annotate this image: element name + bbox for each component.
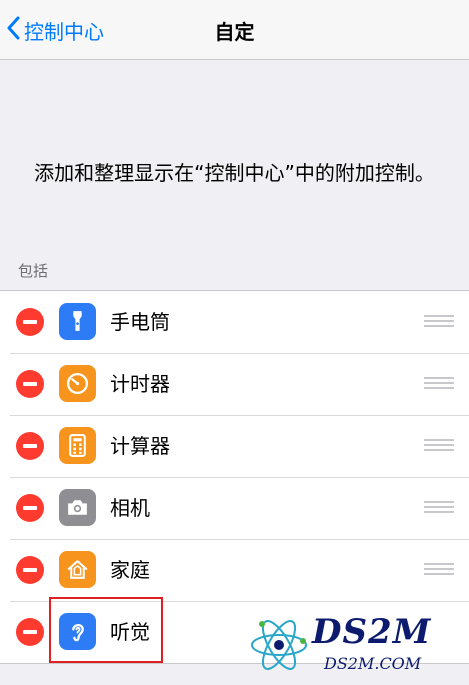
list-item-flashlight: 手电筒 [0,291,469,353]
control-label: 家庭 [110,558,150,582]
navigation-bar: 控制中心 自定 [0,0,469,60]
section-header-included: 包括 [18,262,49,280]
remove-button[interactable] [16,618,44,646]
control-label: 听觉 [110,620,150,644]
list-item-home: 家庭 [0,539,469,601]
reorder-handle[interactable] [424,315,454,329]
control-label: 相机 [110,496,150,520]
included-controls-list: 手电筒 计时器 计算器 相机 家庭 听觉 [0,290,469,664]
atom-logo-icon [248,614,310,676]
remove-button[interactable] [16,494,44,522]
description-text: 添加和整理显示在“控制中心”中的附加控制。 [34,161,435,185]
watermark: DS2M DS2M.COM [240,610,465,680]
ear-icon [59,613,96,650]
watermark-site: DS2M.COM [324,654,422,673]
reorder-handle[interactable] [424,377,454,391]
remove-button[interactable] [16,308,44,336]
list-item-timer: 计时器 [0,353,469,415]
remove-button[interactable] [16,370,44,398]
reorder-handle[interactable] [424,439,454,453]
control-label: 计算器 [110,434,170,458]
control-label: 手电筒 [110,310,170,334]
timer-icon [59,365,96,402]
camera-icon [59,489,96,526]
watermark-brand: DS2M [312,612,432,652]
page-title: 自定 [214,20,255,44]
list-item-camera: 相机 [0,477,469,539]
home-icon [59,551,96,588]
control-label: 计时器 [110,372,170,396]
flashlight-icon [59,303,96,340]
reorder-handle[interactable] [424,501,454,515]
calculator-icon [59,427,96,464]
remove-button[interactable] [16,432,44,460]
list-item-calculator: 计算器 [0,415,469,477]
remove-button[interactable] [16,556,44,584]
reorder-handle[interactable] [424,563,454,577]
